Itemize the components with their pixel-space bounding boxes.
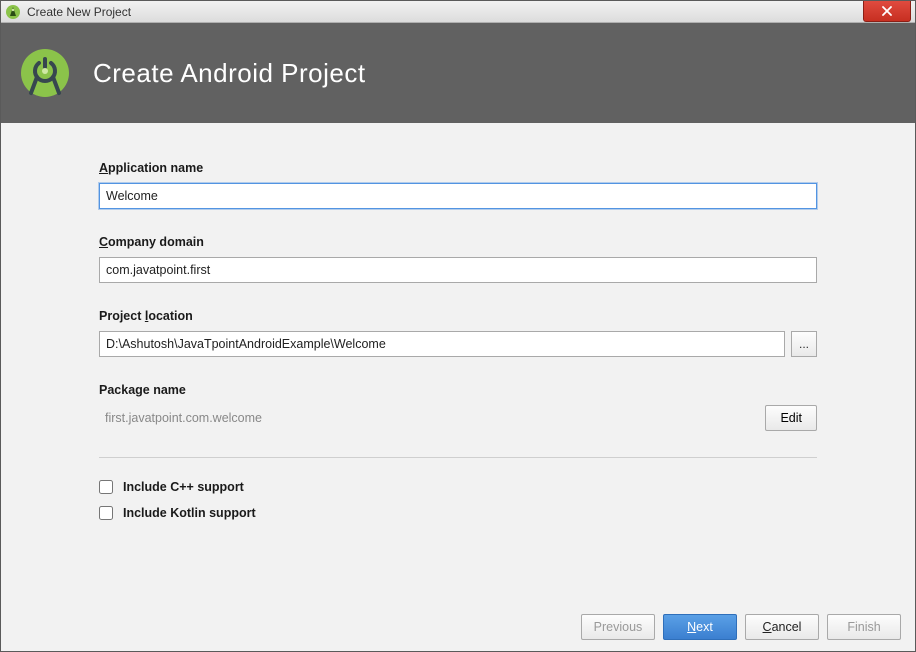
company-domain-input[interactable]	[99, 257, 817, 283]
window-controls	[863, 1, 915, 22]
field-company-domain: Company domain	[99, 235, 817, 283]
field-application-name: Application name	[99, 161, 817, 209]
include-cpp-checkbox-row[interactable]: Include C++ support	[99, 480, 817, 494]
application-name-input[interactable]	[99, 183, 817, 209]
include-kotlin-checkbox[interactable]	[99, 506, 113, 520]
cancel-button[interactable]: Cancel	[745, 614, 819, 640]
title-bar: Create New Project	[1, 1, 915, 23]
include-cpp-checkbox[interactable]	[99, 480, 113, 494]
next-button[interactable]: Next	[663, 614, 737, 640]
edit-package-button[interactable]: Edit	[765, 405, 817, 431]
package-name-text: first.javatpoint.com.welcome	[99, 411, 765, 425]
android-studio-logo-icon	[19, 47, 71, 99]
android-studio-icon	[5, 4, 21, 20]
footer-bar: Previous Next Cancel Finish	[1, 603, 915, 651]
project-location-input[interactable]	[99, 331, 785, 357]
label-project-location: Project location	[99, 309, 817, 323]
finish-button[interactable]: Finish	[827, 614, 901, 640]
separator	[99, 457, 817, 458]
include-kotlin-checkbox-row[interactable]: Include Kotlin support	[99, 506, 817, 520]
label-company-domain: Company domain	[99, 235, 817, 249]
previous-button[interactable]: Previous	[581, 614, 655, 640]
page-title: Create Android Project	[93, 58, 366, 89]
include-kotlin-label: Include Kotlin support	[123, 506, 256, 520]
header-banner: Create Android Project	[1, 23, 915, 123]
form-area: Application name Company domain Project …	[1, 123, 915, 603]
field-package-name: Package name first.javatpoint.com.welcom…	[99, 383, 817, 431]
browse-location-button[interactable]: ...	[791, 331, 817, 357]
field-project-location: Project location ...	[99, 309, 817, 357]
label-package-name: Package name	[99, 383, 817, 397]
close-button[interactable]	[863, 1, 911, 22]
include-cpp-label: Include C++ support	[123, 480, 244, 494]
label-application-name: Application name	[99, 161, 817, 175]
window-title: Create New Project	[27, 5, 915, 19]
dialog-window: Create New Project Create Android Projec…	[0, 0, 916, 652]
